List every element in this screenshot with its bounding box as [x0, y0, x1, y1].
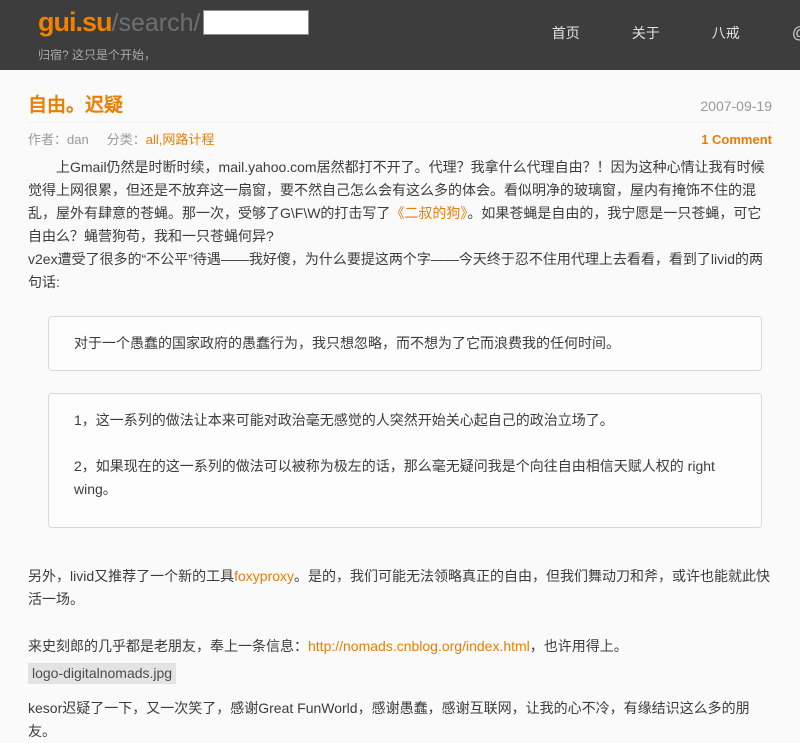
author-name: dan — [67, 132, 89, 147]
paragraph-4-text: 来史刻郎的几乎都是老朋友，奉上一条信息： — [28, 638, 308, 654]
site-tagline: 归宿? 这只是个开始， — [38, 46, 156, 63]
comments-link[interactable]: 1 Comment — [701, 132, 772, 147]
ershu-dog-link[interactable]: 《二叔的狗》 — [390, 205, 467, 221]
nav-item-home[interactable]: 首页 — [552, 23, 580, 43]
quote-1-text: 对于一个愚蠢的国家政府的愚蠢行为，我只想忽略，而不想为了它而浪费我的任何时间。 — [74, 332, 736, 355]
search-input[interactable] — [203, 10, 309, 35]
quote-2-item-1: 1，这一系列的做法让本来可能对政治毫无感觉的人突然开始关心起自己的政治立场了。 — [74, 409, 736, 432]
site-logo-text: gui.su — [38, 7, 112, 37]
paragraph-4: 来史刻郎的几乎都是老朋友，奉上一条信息：http://nomads.cnblog… — [28, 635, 772, 658]
nomads-url-link[interactable]: http://nomads.cnblog.org/index.html — [308, 638, 530, 654]
post-article: 自由。迟疑 2007-09-19 作者：dan 分类：all,网路计程 1 Com… — [0, 70, 800, 743]
paragraph-5: kesor迟疑了一下，又一次笑了，感谢Great FunWorld，感谢愚蠢，感… — [28, 697, 772, 743]
category-links[interactable]: all,网路计程 — [146, 132, 215, 147]
paragraph-4-tail: ，也许用得上。 — [530, 638, 628, 654]
paragraph-3-text: 另外，livid又推荐了一个新的工具 — [28, 568, 234, 584]
paragraph-2: v2ex遭受了很多的“不公平”待遇——我好傻，为什么要提这两个字——今天终于忍不… — [28, 248, 772, 294]
at-icon[interactable]: @ — [792, 23, 800, 43]
quote-2-item-2: 2，如果现在的这一系列的做法可以被称为极左的话，那么毫无疑问我是个向往自由相信天… — [74, 455, 736, 501]
nav-item-bajie[interactable]: 八戒 — [712, 23, 740, 43]
post-title-row: 自由。迟疑 2007-09-19 — [28, 90, 772, 123]
post-meta-row: 作者：dan 分类：all,网路计程 1 Comment — [28, 123, 772, 156]
paragraph-1: 上Gmail仍然是时断时续，mail.yahoo.com居然都打不开了。代理？我… — [28, 156, 772, 248]
author-label: 作者： — [28, 132, 67, 147]
quote-livid-2: 1，这一系列的做法让本来可能对政治毫无感觉的人突然开始关心起自己的政治立场了。 … — [48, 393, 762, 528]
foxyproxy-link[interactable]: foxyproxy — [234, 568, 294, 584]
quote-livid-1: 对于一个愚蠢的国家政府的愚蠢行为，我只想忽略，而不想为了它而浪费我的任何时间。 — [48, 316, 762, 371]
post-body: 上Gmail仍然是时断时续，mail.yahoo.com居然都打不开了。代理？我… — [28, 156, 772, 743]
category-label: 分类： — [107, 132, 146, 147]
post-date: 2007-09-19 — [700, 98, 772, 114]
main-nav: 首页 关于 八戒 @ — [552, 23, 800, 43]
post-title[interactable]: 自由。迟疑 — [28, 90, 123, 117]
paragraph-3: 另外，livid又推荐了一个新的工具foxyproxy。是的，我们可能无法领略真… — [28, 565, 772, 611]
site-header: gui.su/search/ 首页 关于 八戒 @ 归宿? 这只是个开始， — [0, 0, 800, 70]
nav-item-about[interactable]: 关于 — [632, 23, 660, 43]
site-logo-path: /search/ — [112, 9, 201, 37]
site-logo[interactable]: gui.su/search/ — [38, 7, 200, 38]
broken-image-alt-text: logo-digitalnomads.jpg — [28, 663, 176, 684]
post-meta: 作者：dan 分类：all,网路计程 — [28, 129, 214, 148]
